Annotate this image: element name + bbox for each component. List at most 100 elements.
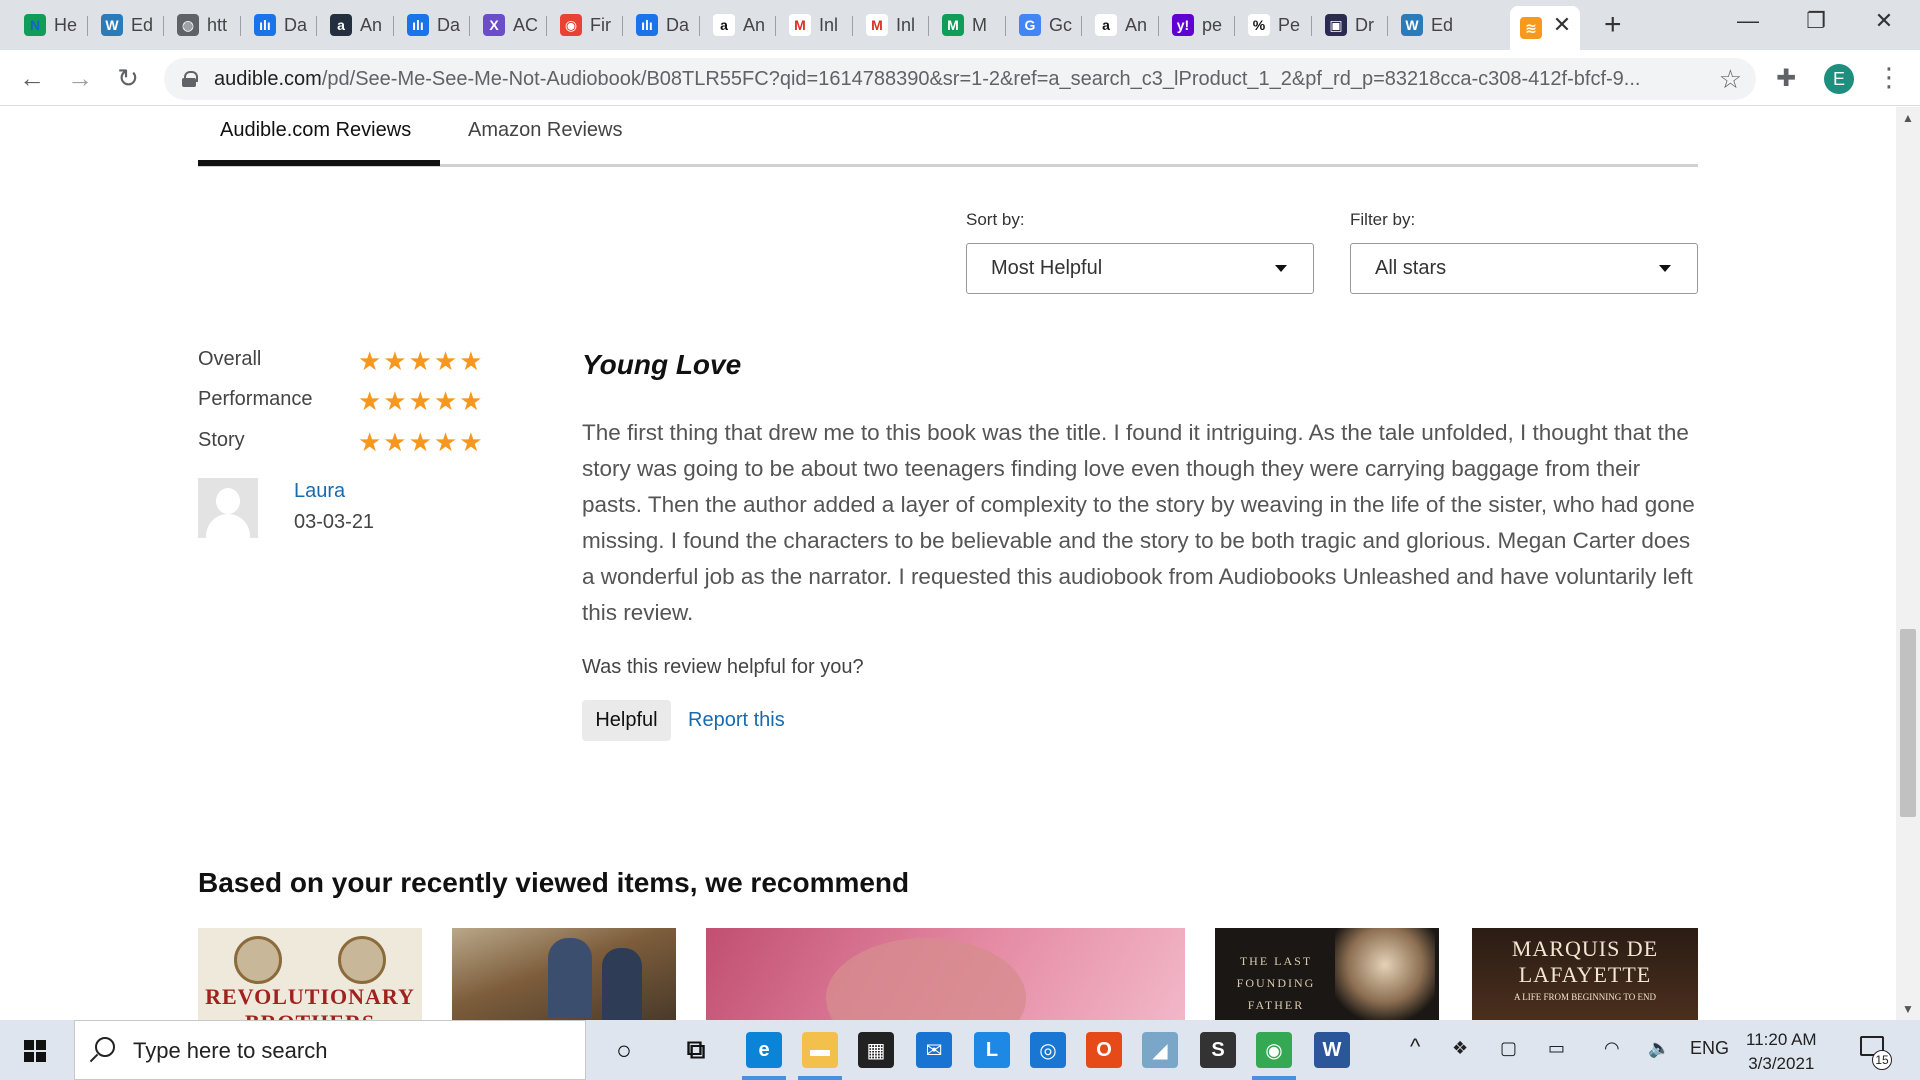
- helpful-question: Was this review helpful for you?: [582, 656, 864, 678]
- notification-count: 15: [1872, 1050, 1892, 1070]
- extensions-puzzle-icon[interactable]: ✚: [1776, 64, 1796, 93]
- sort-dropdown[interactable]: Most Helpful: [966, 243, 1314, 294]
- page-scrollbar[interactable]: ▲ ▼: [1896, 107, 1920, 1020]
- browser-tab[interactable]: ılı Da: [397, 8, 468, 42]
- search-icon: [95, 1037, 115, 1057]
- minimize-window-button[interactable]: —: [1728, 8, 1768, 34]
- close-tab-icon[interactable]: ✕: [1550, 13, 1574, 37]
- tab-separator: [775, 16, 776, 36]
- tray-chevron-icon[interactable]: ^: [1410, 1034, 1420, 1060]
- rating-overall: Overall ★★★★★: [198, 346, 483, 376]
- close-window-button[interactable]: ✕: [1864, 8, 1904, 34]
- word-icon[interactable]: W: [1314, 1032, 1350, 1068]
- l-app-icon[interactable]: L: [974, 1032, 1010, 1068]
- helpful-button[interactable]: Helpful: [582, 700, 671, 741]
- tab-label: Pe: [1278, 14, 1301, 35]
- edge-icon[interactable]: e: [746, 1032, 782, 1068]
- book-cover-romance[interactable]: [706, 928, 1185, 1020]
- rating-performance: Performance ★★★★★: [198, 386, 483, 416]
- tab-label: Da: [284, 14, 308, 35]
- tab-favicon-icon: y!: [1172, 14, 1194, 36]
- paper-app-icon[interactable]: ◢: [1142, 1032, 1178, 1068]
- filter-dropdown[interactable]: All stars: [1350, 243, 1698, 294]
- tab-favicon-icon: ılı: [636, 14, 658, 36]
- browser-tab[interactable]: y! pe: [1162, 8, 1233, 42]
- volume-icon[interactable]: 🔈: [1648, 1038, 1670, 1059]
- filter-dropdown-value: All stars: [1375, 257, 1447, 279]
- cover-title: THE LAST FOUNDING FATHER: [1236, 954, 1316, 1012]
- book-cover-revolutionary-brothers[interactable]: REVOLUTIONARY BROTHERS: [198, 928, 422, 1020]
- taskbar-search-input[interactable]: Type here to search: [74, 1020, 586, 1080]
- tab-separator: [240, 16, 241, 36]
- reviewer-name-link[interactable]: Laura: [294, 480, 345, 503]
- tab-label: An: [360, 14, 383, 35]
- browser-tab[interactable]: W Ed: [91, 8, 162, 42]
- chrome-menu-icon[interactable]: ⋮: [1876, 62, 1902, 93]
- tab-label: An: [743, 14, 766, 35]
- store-icon[interactable]: ▦: [858, 1032, 894, 1068]
- office-icon[interactable]: O: [1086, 1032, 1122, 1068]
- browser-tab[interactable]: MM: [932, 8, 1003, 42]
- new-tab-button[interactable]: +: [1604, 9, 1622, 41]
- book-cover-last-founding-father[interactable]: THE LAST FOUNDING FATHER: [1215, 928, 1439, 1020]
- browser-tab[interactable]: W Ed: [1391, 8, 1462, 42]
- circle-app-icon[interactable]: ◎: [1030, 1032, 1066, 1068]
- browser-tab[interactable]: ılı Da: [244, 8, 315, 42]
- cover-title: REVOLUTIONARY BROTHERS: [205, 984, 415, 1020]
- address-bar[interactable]: audible.com/pd/See-Me-See-Me-Not-Audiobo…: [164, 58, 1756, 100]
- browser-tab[interactable]: ▣ Dr: [1315, 8, 1386, 42]
- tab-separator: [1387, 16, 1388, 36]
- tab-audible-reviews[interactable]: Audible.com Reviews: [220, 119, 411, 158]
- browser-tab[interactable]: % Pe: [1238, 8, 1309, 42]
- battery-icon[interactable]: ▭: [1548, 1038, 1565, 1059]
- browser-tab[interactable]: X AC: [473, 8, 544, 42]
- tab-label: Fir: [590, 14, 611, 35]
- mail-icon[interactable]: ✉: [916, 1032, 952, 1068]
- task-view-icon[interactable]: ⧉: [678, 1032, 714, 1068]
- scrollbar-thumb[interactable]: [1900, 629, 1916, 817]
- browser-tab[interactable]: ◉ Fir: [550, 8, 621, 42]
- lock-icon[interactable]: [182, 71, 198, 87]
- language-indicator[interactable]: ENG: [1690, 1038, 1729, 1059]
- taskbar-clock[interactable]: 11:20 AM 3/3/2021: [1746, 1028, 1817, 1076]
- browser-tab[interactable]: a An: [320, 8, 391, 42]
- star-rating-icon: ★★★★★: [358, 427, 485, 457]
- cortana-icon[interactable]: ○: [606, 1032, 642, 1068]
- chrome-icon[interactable]: ◉: [1256, 1032, 1292, 1068]
- notification-center-icon[interactable]: 15: [1860, 1034, 1892, 1070]
- report-this-link[interactable]: Report this: [688, 709, 785, 732]
- scroll-down-icon[interactable]: ▼: [1902, 1002, 1914, 1016]
- profile-avatar[interactable]: E: [1824, 64, 1854, 94]
- bookmark-star-icon[interactable]: ☆: [1719, 64, 1742, 95]
- browser-tab[interactable]: a An: [1085, 8, 1156, 42]
- browser-tab[interactable]: N He: [14, 8, 85, 42]
- restore-window-button[interactable]: ❐: [1796, 8, 1836, 34]
- reload-button[interactable]: ↻: [112, 64, 144, 92]
- tab-separator: [1081, 16, 1082, 36]
- book-cover-lafayette[interactable]: MARQUIS DE LAFAYETTE A LIFE FROM BEGINNI…: [1472, 928, 1698, 1020]
- running-app-indicator: [742, 1076, 786, 1080]
- wifi-icon[interactable]: ◠: [1604, 1038, 1620, 1059]
- browser-tab[interactable]: M Inl: [856, 8, 927, 42]
- tab-favicon-icon: ılı: [254, 14, 276, 36]
- windows-start-icon[interactable]: [24, 1040, 46, 1062]
- tab-favicon-icon: ◍: [177, 14, 199, 36]
- file-explorer-icon[interactable]: ▬: [802, 1032, 838, 1068]
- browser-tab[interactable]: G Gc: [1009, 8, 1080, 42]
- scroll-up-icon[interactable]: ▲: [1902, 111, 1914, 125]
- sort-label: Sort by:: [966, 210, 1025, 229]
- forward-button[interactable]: →: [64, 64, 96, 92]
- dropbox-icon[interactable]: ❖: [1452, 1038, 1468, 1059]
- star-rating-icon: ★★★★★: [358, 386, 485, 416]
- book-cover-painting[interactable]: [452, 928, 676, 1020]
- running-app-indicator: [1252, 1076, 1296, 1080]
- browser-tab[interactable]: ◍ htt: [167, 8, 238, 42]
- s-app-icon[interactable]: S: [1200, 1032, 1236, 1068]
- browser-tab[interactable]: ılı Da: [626, 8, 697, 42]
- browser-tab[interactable]: M Inl: [779, 8, 850, 42]
- browser-tab[interactable]: a An: [703, 8, 774, 42]
- url-text[interactable]: audible.com/pd/See-Me-See-Me-Not-Audiobo…: [214, 68, 1714, 91]
- display-icon[interactable]: ▢: [1500, 1038, 1517, 1059]
- tab-amazon-reviews[interactable]: Amazon Reviews: [468, 119, 623, 158]
- back-button[interactable]: ←: [16, 64, 48, 92]
